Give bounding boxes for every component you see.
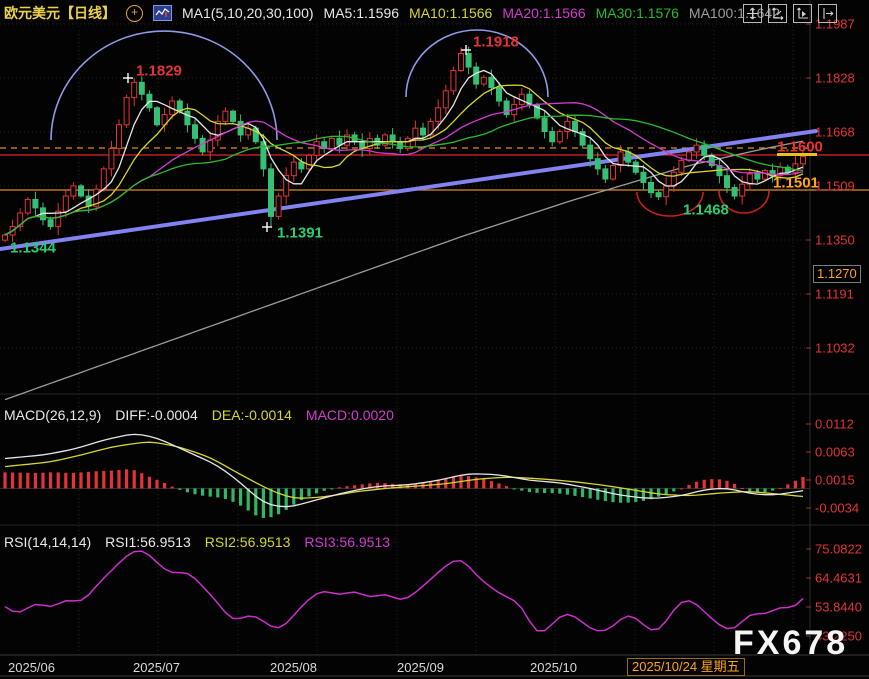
move-tool-icon[interactable] xyxy=(743,4,762,23)
rsi-params-label: RSI(14,14,14) xyxy=(4,534,91,550)
ma-settings-label: MA1(5,10,20,30,100) xyxy=(182,5,314,21)
macd-header: MACD(26,12,9) DIFF:-0.0004 DEA:-0.0014 M… xyxy=(4,407,394,423)
ma20-value: MA20:1.1566 xyxy=(502,5,585,21)
symbol-title: 欧元美元【日线】 xyxy=(4,3,116,23)
rsi3-value: RSI3:56.9513 xyxy=(304,534,390,550)
ma5-value: MA5:1.1596 xyxy=(324,5,400,21)
macd-macd-value: MACD:0.0020 xyxy=(306,407,394,423)
chart-type-icon[interactable] xyxy=(153,5,172,21)
macd-diff-value: DIFF:-0.0004 xyxy=(115,407,197,423)
ma30-value: MA30:1.1576 xyxy=(596,5,679,21)
chart-application: 1.19871.18281.16681.15091.13501.11911.10… xyxy=(0,0,869,679)
chart-header: 欧元美元【日线】 + MA1(5,10,20,30,100) MA5:1.159… xyxy=(4,3,780,23)
rsi-header: RSI(14,14,14) RSI1:56.9513 RSI2:56.9513 … xyxy=(4,534,390,550)
axis-zoom-icon[interactable] xyxy=(768,4,787,23)
pan-right-icon[interactable] xyxy=(818,4,837,23)
axis-scale-icon[interactable] xyxy=(793,4,812,23)
ma10-value: MA10:1.1566 xyxy=(409,5,492,21)
add-indicator-icon[interactable]: + xyxy=(126,5,143,22)
chart-toolbar xyxy=(743,4,837,23)
chart-canvas[interactable] xyxy=(0,0,869,679)
macd-params-label: MACD(26,12,9) xyxy=(4,407,101,423)
rsi1-value: RSI1:56.9513 xyxy=(105,534,191,550)
macd-dea-value: DEA:-0.0014 xyxy=(212,407,292,423)
fx678-watermark: FX678 xyxy=(733,624,848,663)
rsi2-value: RSI2:56.9513 xyxy=(205,534,291,550)
